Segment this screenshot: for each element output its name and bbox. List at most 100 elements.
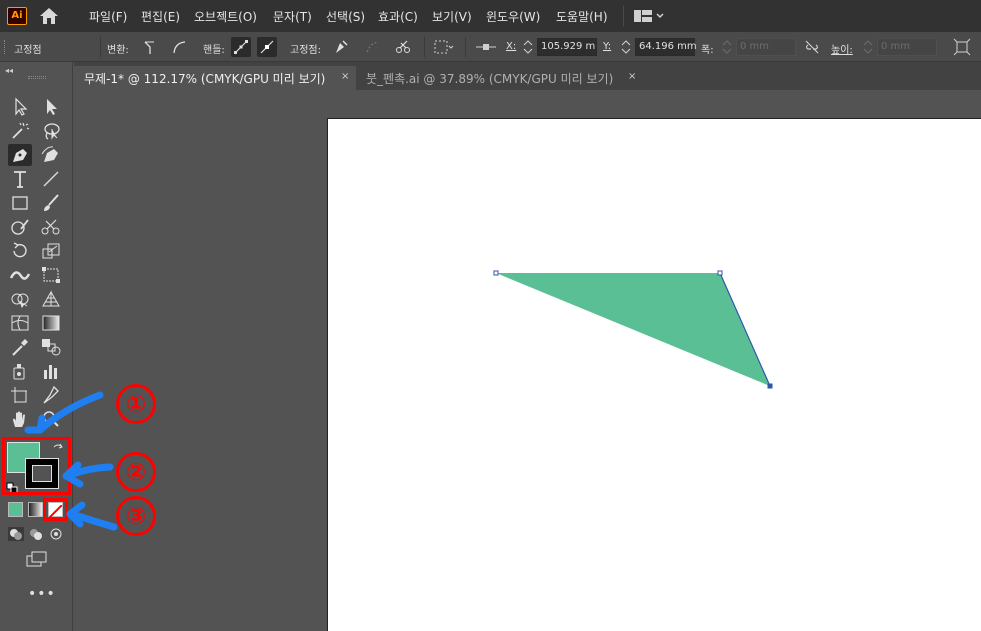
y-position-field[interactable]: 64.196 mm (635, 38, 697, 56)
control-bar-grip[interactable] (4, 40, 7, 54)
tab-label: 무제-1* @ 112.17% (CMYK/GPU 미리 보기) (84, 72, 326, 86)
menu-select[interactable]: 선택(S) (326, 8, 365, 26)
menu-view[interactable]: 보기(V) (432, 8, 472, 26)
remove-anchor-icon[interactable] (331, 37, 351, 57)
width-field: 0 mm (736, 38, 796, 56)
constrain-proportions-icon[interactable] (802, 37, 822, 57)
show-handles-icon[interactable] (231, 37, 251, 57)
anchor-point-selected[interactable] (767, 383, 773, 389)
menu-window[interactable]: 윈도우(W) (486, 8, 540, 26)
hide-handles-icon[interactable] (257, 37, 277, 57)
shaper-tool-icon[interactable] (8, 216, 32, 238)
rectangle-tool-icon[interactable] (8, 192, 32, 214)
screen-mode-icon[interactable] (24, 550, 50, 568)
tools-panel: ◂◂ ••• (0, 62, 73, 631)
scale-tool-icon[interactable] (39, 240, 63, 262)
tab-brush-pen[interactable]: 붓_펜촉.ai @ 37.89% (CMYK/GPU 미리 보기) (356, 66, 638, 90)
x-position-field[interactable]: 105.929 m (537, 38, 597, 56)
handles-label: 핸들: (203, 45, 225, 56)
document-tabs: 무제-1* @ 112.17% (CMYK/GPU 미리 보기) × 붓_펜촉.… (74, 62, 981, 90)
canvas-area[interactable] (74, 90, 981, 631)
x-label: X: (506, 41, 517, 52)
width-stepper-icon (721, 38, 733, 56)
mesh-tool-icon[interactable] (8, 312, 32, 334)
zoom-tool-icon[interactable] (39, 408, 63, 430)
triangle-shape[interactable] (496, 273, 770, 386)
tab-close-icon[interactable]: × (341, 71, 349, 82)
type-tool-icon[interactable] (8, 168, 32, 190)
convert-to-corner-icon[interactable] (140, 37, 160, 57)
control-bar: 고정점 변환: 핸들: 고정점: X: 105.929 m Y: 64.196 … (0, 32, 981, 62)
divider (465, 37, 466, 57)
free-transform-tool-icon[interactable] (39, 264, 63, 286)
anchor-point-label: 고정점 (14, 45, 42, 56)
draw-normal-icon[interactable] (7, 526, 25, 542)
lasso-tool-icon[interactable] (39, 120, 63, 142)
cut-path-icon[interactable] (393, 37, 413, 57)
workspace-switcher-icon[interactable] (634, 9, 664, 23)
curvature-tool-icon[interactable] (39, 144, 63, 166)
divider (100, 37, 101, 57)
panel-grip[interactable] (28, 76, 46, 79)
draw-behind-icon[interactable] (27, 526, 45, 542)
menu-edit[interactable]: 편집(E) (141, 8, 180, 26)
x-stepper-icon[interactable] (522, 38, 534, 56)
collapse-panel-icon[interactable]: ◂◂ (5, 66, 13, 75)
pen-tool-icon[interactable] (8, 144, 32, 166)
slice-tool-icon[interactable] (39, 384, 63, 406)
height-label: 높이: (831, 45, 853, 56)
perspective-grid-tool-icon[interactable] (39, 288, 63, 310)
artboard-tool-icon[interactable] (8, 384, 32, 406)
annotation-number-1: ① (116, 384, 156, 424)
gradient-mode-button[interactable] (28, 502, 43, 517)
annotation-box-fill-stroke (2, 437, 71, 495)
eyedropper-tool-icon[interactable] (8, 336, 32, 358)
menu-divider (623, 6, 624, 26)
height-field: 0 mm (877, 38, 937, 56)
magic-wand-tool-icon[interactable] (8, 120, 32, 142)
more-tools-icon[interactable]: ••• (28, 586, 56, 602)
menu-help[interactable]: 도움말(H) (556, 8, 608, 26)
annotation-box-none (43, 498, 68, 521)
divider (424, 37, 425, 57)
tab-close-icon[interactable]: × (628, 71, 636, 82)
tab-untitled-1[interactable]: 무제-1* @ 112.17% (CMYK/GPU 미리 보기) (74, 66, 356, 90)
transform-icon[interactable] (952, 37, 972, 57)
width-label: 폭: (701, 45, 714, 56)
hand-tool-icon[interactable] (8, 408, 32, 430)
y-stepper-icon[interactable] (620, 38, 632, 56)
anchors-label: 고정점: (290, 45, 321, 56)
symbol-sprayer-tool-icon[interactable] (8, 360, 32, 382)
annotation-number-3: ③ (116, 496, 156, 536)
line-segment-tool-icon[interactable] (39, 168, 63, 190)
color-mode-button[interactable] (8, 502, 23, 517)
menu-type[interactable]: 문자(T) (273, 8, 312, 26)
align-options-icon[interactable] (432, 37, 454, 57)
illustrator-window: Ai 파일(F) 편집(E) 오브젝트(O) 문자(T) 선택(S) 효과(C)… (0, 0, 981, 631)
gradient-tool-icon[interactable] (39, 312, 63, 334)
blend-tool-icon[interactable] (39, 336, 63, 358)
selection-tool-icon[interactable] (8, 96, 32, 118)
shape-builder-tool-icon[interactable] (8, 288, 32, 310)
rotate-tool-icon[interactable] (8, 240, 32, 262)
height-stepper-icon (862, 38, 874, 56)
artboard[interactable] (327, 118, 981, 631)
paintbrush-tool-icon[interactable] (39, 192, 63, 214)
menu-effect[interactable]: 효과(C) (378, 8, 418, 26)
menu-object[interactable]: 오브젝트(O) (194, 8, 257, 26)
direct-selection-tool-icon[interactable] (39, 96, 63, 118)
home-icon[interactable] (38, 6, 60, 26)
reference-point-icon[interactable] (474, 37, 496, 57)
anchor-point[interactable] (493, 270, 499, 276)
width-tool-icon[interactable] (8, 264, 32, 286)
menu-file[interactable]: 파일(F) (89, 8, 127, 26)
convert-to-smooth-icon[interactable] (169, 37, 189, 57)
y-label: Y: (603, 41, 612, 52)
anchor-point[interactable] (717, 270, 723, 276)
scissors-tool-icon[interactable] (39, 216, 63, 238)
convert-label: 변환: (107, 45, 129, 56)
annotation-number-2: ② (116, 452, 156, 492)
column-graph-tool-icon[interactable] (39, 360, 63, 382)
tab-label: 붓_펜촉.ai @ 37.89% (CMYK/GPU 미리 보기) (366, 72, 614, 86)
draw-inside-icon[interactable] (47, 526, 65, 542)
